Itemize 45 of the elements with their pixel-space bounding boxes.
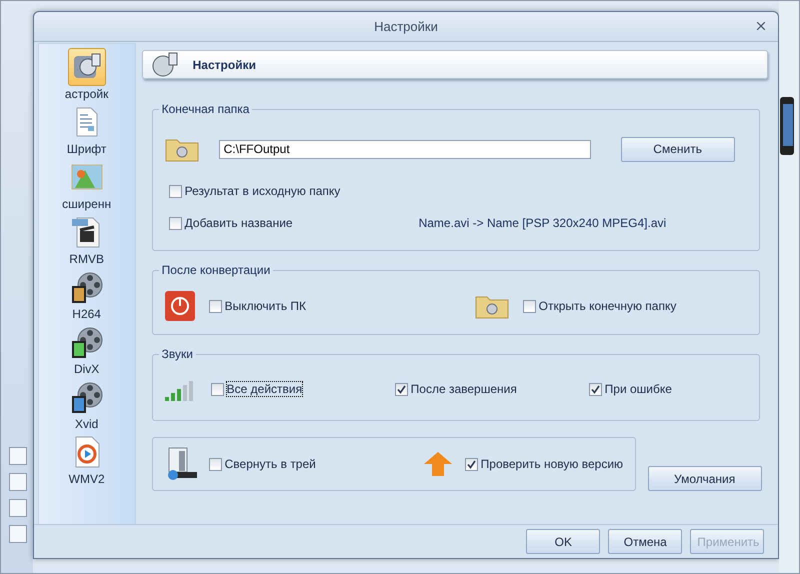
checkbox[interactable]: После завершения [394,382,517,396]
toolbar-icon[interactable] [9,473,27,491]
checkbox[interactable]: Выключить ПК [208,299,306,313]
sidebar-item[interactable]: DivX [74,362,100,376]
document-icon [74,107,100,137]
checkbox[interactable]: Результат в исходную папку [168,184,340,198]
checkbox[interactable]: Свернуть в трей [208,457,316,471]
film-reel-icon [70,326,103,358]
sidebar-item[interactable]: Xvid [74,417,98,431]
sidebar-item[interactable]: H264 [72,307,101,321]
checkbox[interactable]: Все действия [210,382,302,396]
checkbox[interactable]: При ошибке [588,382,672,396]
sidebar-item[interactable]: RMVB [69,252,104,266]
check-mark-icon [590,384,600,394]
group-title: После конвертации [158,263,274,277]
header-title: Настройки [192,58,256,72]
dialog-button[interactable]: OK [526,529,600,554]
checkbox[interactable]: Открыть конечную папку [522,299,676,313]
toolbar-icon[interactable] [9,447,27,465]
sidebar-item[interactable]: WMV2 [68,472,105,486]
path-field[interactable]: C:\FFOutput [218,140,591,158]
checkbox[interactable]: Проверить новую версию [464,457,624,471]
sidebar-item[interactable]: астройк [64,87,108,101]
window-title: Настройки [374,19,438,34]
media-file-icon [72,436,101,468]
picture-icon [70,164,103,190]
check-mark-icon [466,460,476,468]
check-mark-icon [396,384,406,394]
film-reel-icon [70,271,103,303]
name-example: Name.avi -> Name [PSP 320x240 MPEG4].avi [418,216,666,230]
sidebar-item[interactable]: сширенн [62,197,112,211]
power-icon [164,291,195,321]
toolbar-icon[interactable] [9,499,27,517]
sidebar-icon-tile[interactable] [68,48,106,86]
defaults-button[interactable]: Умолчания [648,466,762,491]
change-button[interactable]: Сменить [620,136,735,162]
sidebar-item[interactable]: Шрифт [66,142,106,156]
arrow-up-icon [422,451,453,477]
phone-icon [779,96,796,156]
group-title: Звуки [158,347,196,361]
group-title: Конечная папка [158,102,252,116]
toolbar-icon[interactable] [9,525,27,543]
dialog-button[interactable]: Отмена [608,529,682,554]
checkbox[interactable]: Добавить название [168,216,293,230]
film-reel-icon [70,381,103,413]
